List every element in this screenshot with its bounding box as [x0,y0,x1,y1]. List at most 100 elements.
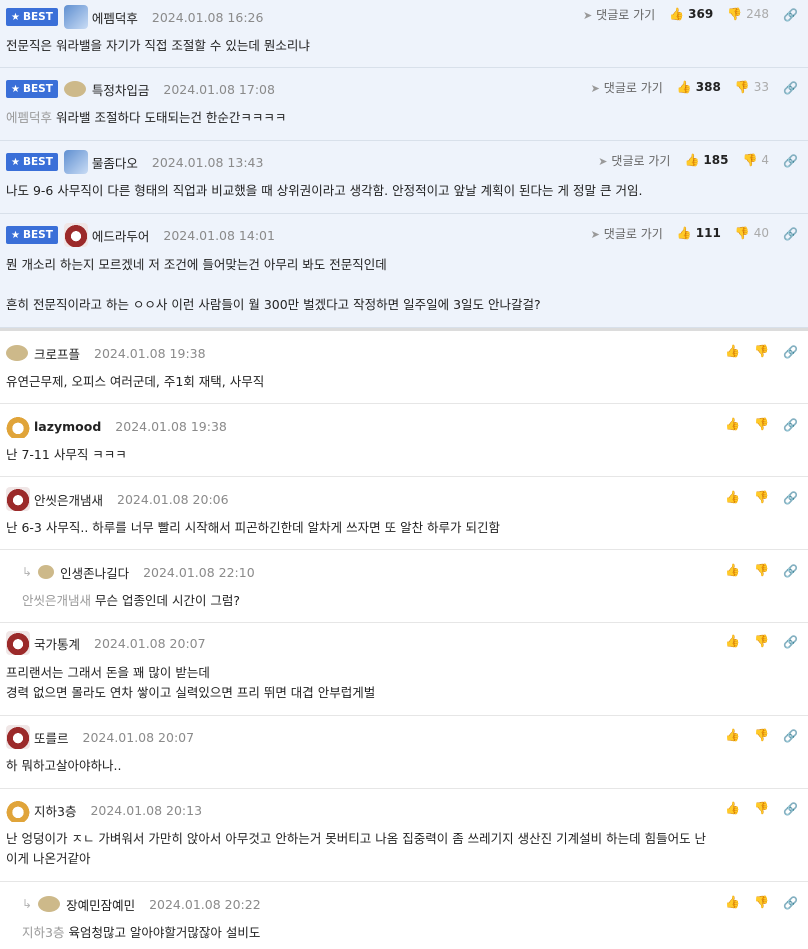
link-icon: 🔗 [783,153,798,168]
upvote-button[interactable]: 👍 [725,895,740,909]
comment-actions: 👍 👎 🔗 [725,894,798,910]
nickname[interactable]: 크로프플 [34,344,80,363]
upvote-button[interactable]: 👍 388 [677,80,721,94]
upvote-button[interactable]: 👍 [725,417,740,431]
nickname[interactable]: 에펨덕후 [92,8,138,27]
star-icon: ★ [11,83,20,95]
downvote-button[interactable]: 👎 [754,417,769,431]
thumbs-up-icon: 👍 [676,226,692,240]
comment-body: 난 7-11 사무직 ㅋㅋㅋ [6,447,127,462]
thumbs-up-icon: 👍 [669,7,685,21]
arrow-icon: ➤ [582,8,593,22]
upvote-count: 369 [688,7,714,21]
share-link-button[interactable]: 🔗 [783,490,798,505]
downvote-button[interactable]: 👎 [754,490,769,504]
downvote-button[interactable]: 👎 40 [735,226,769,240]
nickname[interactable]: 장예민잠예민 [66,895,135,914]
upvote-button[interactable]: 👍 [725,563,740,577]
avatar[interactable] [63,150,88,174]
comment-header: 안씻은개냄새 2024.01.08 20:06 [6,487,229,511]
mention[interactable]: 지하3층 [22,925,64,940]
goto-comment-link[interactable]: ➤ 댓글로 가기 [598,152,670,169]
nickname[interactable]: 물좀다오 [92,153,138,172]
comment-body: 유연근무제, 오피스 여러군데, 주1회 재택, 사무직 [6,374,265,389]
link-icon: 🔗 [783,728,798,743]
link-icon: 🔗 [783,634,798,649]
link-icon: 🔗 [783,895,798,910]
comment-actions: 👍 👎 🔗 [725,489,798,505]
comment-header: ↳ 인생존나길다 2024.01.08 22:10 [22,561,255,583]
downvote-button[interactable]: 👎 [754,634,769,648]
arrow-icon: ➤ [590,81,600,95]
share-link-button[interactable]: 🔗 [783,7,798,22]
share-link-button[interactable]: 🔗 [783,153,798,168]
nickname[interactable]: 에드라두어 [92,226,150,245]
avatar[interactable] [6,798,30,822]
goto-comment-link[interactable]: ➤ 댓글로 가기 [591,79,663,96]
upvote-button[interactable]: 👍 111 [677,226,721,240]
nickname[interactable]: 인생존나길다 [60,563,129,582]
share-link-button[interactable]: 🔗 [783,417,798,432]
nickname[interactable]: lazymood [34,419,101,434]
avatar[interactable] [6,414,30,438]
comment: 지하3층 2024.01.08 20:13 👍 👎 🔗 난 엉덩이가 ㅈㄴ 가벼… [0,789,808,882]
timestamp: 2024.01.08 20:22 [149,896,261,912]
upvote-button[interactable]: 👍 [725,344,740,358]
comment-actions: 👍 👎 🔗 [725,562,798,578]
avatar[interactable] [38,896,61,912]
share-link-button[interactable]: 🔗 [783,801,798,816]
goto-comment-link[interactable]: ➤ 댓글로 가기 [583,6,655,23]
downvote-button[interactable]: 👎 248 [727,7,769,21]
share-link-button[interactable]: 🔗 [783,728,798,743]
share-link-button[interactable]: 🔗 [783,344,798,359]
timestamp: 2024.01.08 22:10 [143,564,255,580]
comment-header: ★ BEST 에펨덕후 2024.01.08 16:26 [6,5,263,29]
avatar[interactable] [6,725,30,749]
share-link-button[interactable]: 🔗 [783,634,798,649]
best-badge: ★ BEST [6,80,58,98]
mention[interactable]: 안씻은개냄새 [22,593,91,608]
avatar[interactable] [63,81,86,97]
best-badge: ★ BEST [6,8,58,26]
nickname[interactable]: 또를르 [34,728,69,747]
avatar[interactable] [63,223,88,247]
share-link-button[interactable]: 🔗 [783,226,798,241]
nickname[interactable]: 안씻은개냄새 [34,490,103,509]
thumbs-down-icon: 👎 [754,895,770,909]
upvote-button[interactable]: 👍 [725,490,740,504]
goto-comment-link[interactable]: ➤ 댓글로 가기 [591,225,663,242]
share-link-button[interactable]: 🔗 [783,563,798,578]
nickname[interactable]: 국가통계 [34,634,80,653]
downvote-button[interactable]: 👎 33 [735,80,769,94]
best-badge: ★ BEST [6,226,58,244]
downvote-button[interactable]: 👎 [754,728,769,742]
downvote-button[interactable]: 👎 4 [742,153,769,167]
avatar[interactable] [6,631,30,655]
downvote-button[interactable]: 👎 [754,563,769,577]
avatar[interactable] [6,487,30,511]
downvote-count: 248 [746,7,770,21]
upvote-button[interactable]: 👍 369 [669,7,713,21]
downvote-button[interactable]: 👎 [754,801,769,815]
share-link-button[interactable]: 🔗 [783,895,798,910]
comment: 또를르 2024.01.08 20:07 👍 👎 🔗 하 뭐하고살아야하나.. [0,716,808,789]
comment-actions: 👍 👎 🔗 [725,800,798,816]
star-icon: ★ [11,156,20,168]
nickname[interactable]: 특정차입금 [92,80,150,99]
upvote-button[interactable]: 👍 185 [684,153,728,167]
downvote-button[interactable]: 👎 [754,895,769,909]
thumbs-up-icon: 👍 [725,634,741,648]
avatar[interactable] [38,565,55,579]
avatar[interactable] [63,5,88,29]
nickname[interactable]: 지하3층 [34,801,76,820]
downvote-count: 40 [753,226,770,240]
upvote-button[interactable]: 👍 [725,634,740,648]
downvote-button[interactable]: 👎 [754,344,769,358]
timestamp: 2024.01.08 19:38 [94,345,206,361]
share-link-button[interactable]: 🔗 [783,80,798,95]
reply-comment: ↳ 장예민잠예민 2024.01.08 20:22 👍 👎 🔗 지하3층 육엄청많… [0,882,808,949]
avatar[interactable] [6,345,28,361]
upvote-button[interactable]: 👍 [725,728,740,742]
mention[interactable]: 에펨덕후 [6,110,52,125]
upvote-button[interactable]: 👍 [725,801,740,815]
